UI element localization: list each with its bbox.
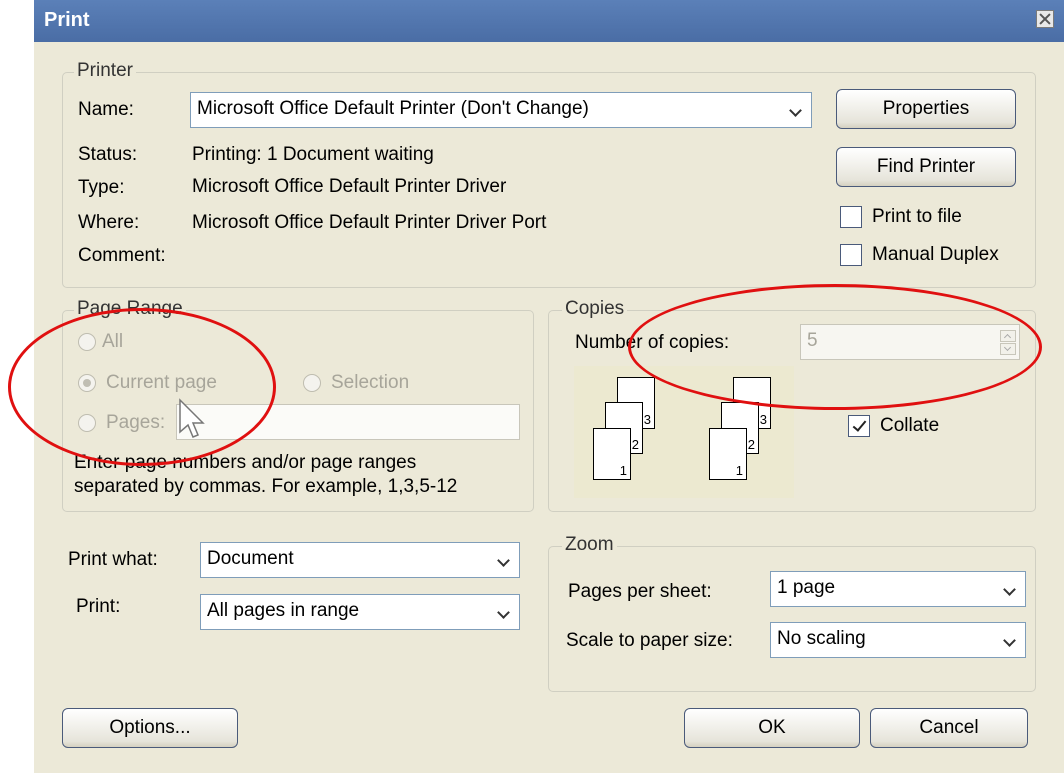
annotation-ellipse	[8, 308, 276, 466]
dialog-title: Print	[44, 9, 90, 31]
print-to-file-checkbox[interactable]	[840, 206, 862, 228]
zoom-legend: Zoom	[562, 534, 617, 556]
print-label: Print:	[76, 596, 121, 617]
zoom-group	[548, 546, 1036, 692]
pages-per-sheet-value: 1 page	[777, 577, 836, 598]
page-number: 1	[619, 463, 627, 478]
ok-button[interactable]: OK	[684, 708, 860, 748]
printer-name-select[interactable]: Microsoft Office Default Printer (Don't …	[190, 92, 812, 128]
options-button[interactable]: Options...	[62, 708, 238, 748]
page-number: 2	[747, 437, 755, 452]
options-button-label: Options...	[109, 717, 191, 738]
printer-name-value: Microsoft Office Default Printer (Don't …	[197, 98, 589, 119]
annotation-ellipse	[628, 284, 1042, 410]
title-bar[interactable]	[34, 0, 1064, 42]
page-icon: 1	[593, 428, 631, 480]
print-value: All pages in range	[207, 600, 360, 621]
scale-label: Scale to paper size:	[566, 630, 733, 651]
printer-name-label: Name:	[78, 99, 134, 120]
cancel-button[interactable]: Cancel	[870, 708, 1028, 748]
properties-button-label: Properties	[882, 98, 970, 119]
comment-label: Comment:	[78, 245, 166, 266]
page-range-hint-2: separated by commas. For example, 1,3,5-…	[74, 476, 458, 497]
chevron-down-icon[interactable]	[493, 547, 515, 573]
collate-label: Collate	[880, 415, 940, 436]
print-what-select[interactable]: Document	[200, 542, 520, 578]
type-value: Microsoft Office Default Printer Driver	[192, 176, 507, 197]
ok-button-label: OK	[758, 717, 786, 738]
printer-legend: Printer	[74, 60, 136, 82]
where-value: Microsoft Office Default Printer Driver …	[192, 212, 547, 233]
selection-label: Selection	[331, 372, 410, 393]
collate-checkbox[interactable]	[848, 415, 870, 437]
status-value: Printing: 1 Document waiting	[192, 144, 434, 165]
print-what-label: Print what:	[68, 549, 158, 570]
pages-per-sheet-label: Pages per sheet:	[568, 581, 712, 602]
page-number: 3	[759, 412, 767, 427]
find-printer-button-label: Find Printer	[876, 156, 976, 177]
status-label: Status:	[78, 144, 138, 165]
properties-button[interactable]: Properties	[836, 89, 1016, 129]
page-icon: 1	[709, 428, 747, 480]
page-number: 3	[643, 412, 651, 427]
chevron-down-icon[interactable]	[999, 576, 1021, 602]
where-label: Where:	[78, 212, 140, 233]
cancel-button-label: Cancel	[919, 717, 979, 738]
scale-value: No scaling	[777, 628, 866, 649]
chevron-down-icon[interactable]	[493, 599, 515, 625]
print-to-file-label: Print to file	[872, 206, 962, 227]
print-select[interactable]: All pages in range	[200, 594, 520, 630]
scale-select[interactable]: No scaling	[770, 622, 1026, 658]
manual-duplex-label: Manual Duplex	[872, 244, 999, 265]
page-number: 2	[631, 437, 639, 452]
chevron-down-icon[interactable]	[999, 627, 1021, 653]
manual-duplex-checkbox[interactable]	[840, 244, 862, 266]
copies-legend: Copies	[562, 298, 628, 320]
close-icon[interactable]	[1036, 10, 1054, 28]
print-what-value: Document	[207, 548, 294, 569]
find-printer-button[interactable]: Find Printer	[836, 147, 1016, 187]
page-number: 1	[735, 463, 743, 478]
selection-radio[interactable]	[303, 374, 321, 392]
chevron-down-icon[interactable]	[785, 97, 807, 123]
type-label: Type:	[78, 177, 125, 198]
pages-per-sheet-select[interactable]: 1 page	[770, 571, 1026, 607]
